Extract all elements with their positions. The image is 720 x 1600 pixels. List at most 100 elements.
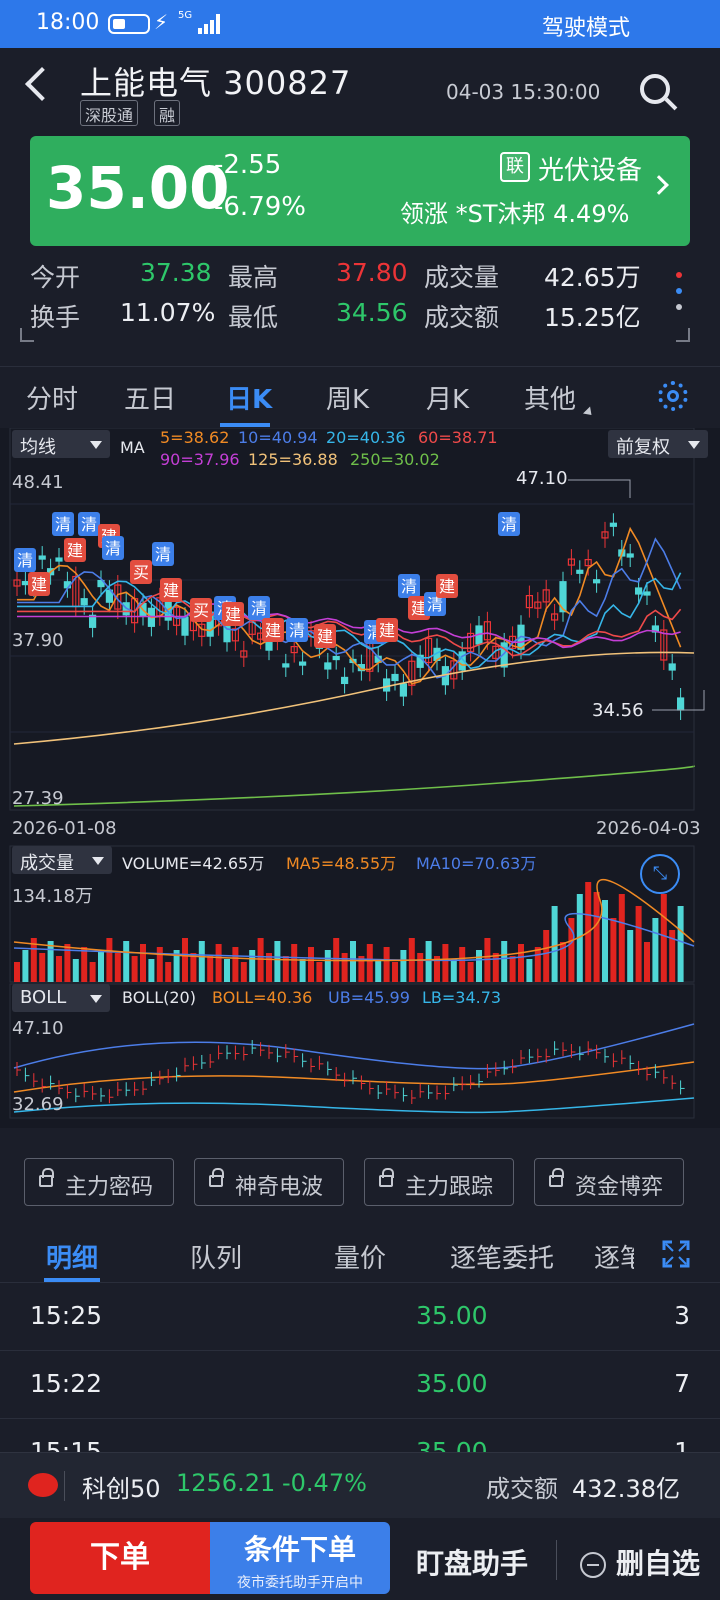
bottom-actions: 下单 条件下单 夜市委托助手开启中 盯盘助手 删自选 — [0, 1518, 720, 1600]
boll-select[interactable]: BOLL — [12, 984, 110, 1012]
index-amount: 432.38亿 — [572, 1475, 680, 1503]
volume-bar — [240, 962, 247, 982]
volume-y-top: 134.18万 — [12, 886, 93, 907]
chevron-right-icon — [649, 175, 669, 195]
trade-time: 15:15 — [30, 1437, 103, 1452]
boll-lb: LB=34.73 — [422, 988, 502, 1007]
high-label: 最高 — [228, 263, 279, 292]
feature-label: 资金博弈 — [575, 1175, 664, 1200]
candle — [668, 663, 676, 671]
trade-row: 15:22 35.00 7 — [0, 1350, 720, 1418]
driving-mode-label[interactable]: 驾驶模式 — [542, 10, 630, 42]
feature-capital-game[interactable]: 资金博弈 — [534, 1158, 684, 1206]
volume-select[interactable]: 成交量 — [12, 846, 112, 874]
candle — [324, 662, 332, 670]
tab-five-day[interactable]: 五日 — [124, 379, 176, 416]
volume-bar — [350, 941, 356, 982]
signal-badge-text: 清 — [17, 551, 33, 570]
volume-bar — [543, 930, 550, 982]
volume-bar — [324, 950, 331, 982]
order-button[interactable]: 下单 — [30, 1522, 210, 1594]
status-bar: 18:00 ⚡ 5G 驾驶模式 — [0, 0, 720, 48]
remove-favorite-button[interactable]: 删自选 — [616, 1542, 700, 1582]
kline-chart[interactable]: 清建清清建建清买清建买清建清建清建清建清建清建清 — [0, 428, 720, 1128]
sector-name: 光伏设备 — [538, 156, 643, 186]
signal-badge-text: 买 — [193, 601, 209, 620]
low-mark-label: 34.56 — [592, 700, 644, 721]
volume-bar — [627, 930, 634, 982]
volume-bar — [274, 941, 281, 982]
volume-bar — [610, 918, 617, 982]
feature-main-code[interactable]: 主力密码 — [24, 1158, 174, 1206]
ma5-value: 5=38.62 — [160, 428, 230, 447]
signal-badge-text: 建 — [265, 621, 281, 640]
volume-bar — [89, 962, 96, 982]
open-value: 37.38 — [140, 258, 212, 287]
tab-detail[interactable]: 明细 — [46, 1238, 98, 1275]
remove-circle-icon[interactable] — [580, 1552, 606, 1578]
volume-bar — [341, 953, 348, 982]
volume-bar — [644, 942, 650, 982]
network-label: 5G — [178, 10, 193, 21]
quote-stats: 今开 37.38 最高 37.80 成交量 42.65万 换手 11.07% 最… — [0, 250, 720, 356]
volume-bar — [593, 892, 600, 982]
tab-monthly-k[interactable]: 月K — [426, 379, 469, 416]
volume-bar — [400, 950, 407, 982]
candle — [576, 569, 584, 574]
watch-helper-button[interactable]: 盯盘助手 — [416, 1542, 528, 1582]
low-value: 34.56 — [336, 298, 408, 327]
ma-indicator-select[interactable]: 均线 — [12, 430, 110, 458]
candle — [80, 598, 88, 606]
tag-hk-connect: 深股通 — [80, 100, 139, 126]
volume-bar — [123, 941, 130, 982]
tab-weekly-k[interactable]: 周K — [326, 379, 369, 416]
amount-label: 成交额 — [424, 303, 500, 332]
tab-daily-k[interactable]: 日K — [226, 379, 272, 416]
corner-br — [676, 328, 690, 342]
feature-label: 神奇电波 — [235, 1175, 324, 1200]
tab-other[interactable]: 其他 — [524, 379, 576, 416]
tab-volume-price[interactable]: 量价 — [334, 1238, 386, 1275]
stock-title: 上能电气 300827 — [80, 64, 352, 102]
tab-tick-by-tick[interactable]: 逐笔 — [594, 1238, 634, 1275]
battery-icon — [108, 14, 150, 34]
expand-icon[interactable] — [662, 1240, 690, 1268]
volume-bar — [366, 944, 373, 982]
search-icon[interactable] — [640, 74, 670, 104]
back-icon[interactable] — [25, 67, 59, 101]
feature-magic-wave[interactable]: 神奇电波 — [194, 1158, 344, 1206]
trade-price: 35.00 — [416, 1369, 488, 1398]
volume-bar — [257, 938, 264, 982]
signal-badge-text: 建 — [379, 621, 395, 640]
high-marker-line — [568, 479, 631, 498]
trade-volume: 3 — [674, 1301, 690, 1330]
volume-bar — [207, 956, 214, 982]
adjust-select[interactable]: 前复权 — [608, 430, 708, 458]
tab-intraday[interactable]: 分时 — [26, 379, 78, 416]
tab-queue[interactable]: 队列 — [190, 1238, 242, 1275]
tab-order-by-order[interactable]: 逐笔委托 — [450, 1238, 554, 1275]
feature-main-tracking[interactable]: 主力跟踪 — [364, 1158, 514, 1206]
volume-bar — [72, 959, 79, 982]
volume-bar — [56, 956, 62, 982]
signal-badge-text: 清 — [81, 515, 97, 534]
lock-icon — [379, 1168, 394, 1187]
sector-leader: 领涨 *ST沐邦 4.49% — [400, 200, 630, 228]
more-dots-icon[interactable] — [676, 272, 682, 322]
fullscreen-expand-icon[interactable]: ⤡ — [640, 854, 680, 894]
volume-bar — [182, 938, 188, 982]
price-banner[interactable]: 35.00 -2.55 -6.79% 联 光伏设备 领涨 *ST沐邦 4.49% — [30, 136, 690, 246]
conditional-order-sub: 夜市委托助手开启中 — [237, 1575, 363, 1591]
boll-name: BOLL(20) — [122, 988, 196, 1007]
signal-badge-text: 建 — [163, 581, 179, 600]
ma90-value: 90=37.96 — [160, 450, 240, 469]
trade-row: 15:25 35.00 3 — [0, 1282, 720, 1350]
index-amount-label: 成交额 — [486, 1475, 558, 1503]
conditional-order-button[interactable]: 条件下单 夜市委托助手开启中 — [210, 1522, 390, 1594]
boll-y-bottom: 32.69 — [12, 1094, 64, 1115]
settings-gear-icon[interactable] — [658, 381, 688, 411]
price-change-pct: -6.79% — [214, 192, 306, 222]
divider — [556, 1540, 557, 1580]
volume-bar — [492, 953, 499, 982]
index-ticker-bar[interactable]: 科创50 1256.21 -0.47% 成交额 432.38亿 — [0, 1452, 720, 1518]
